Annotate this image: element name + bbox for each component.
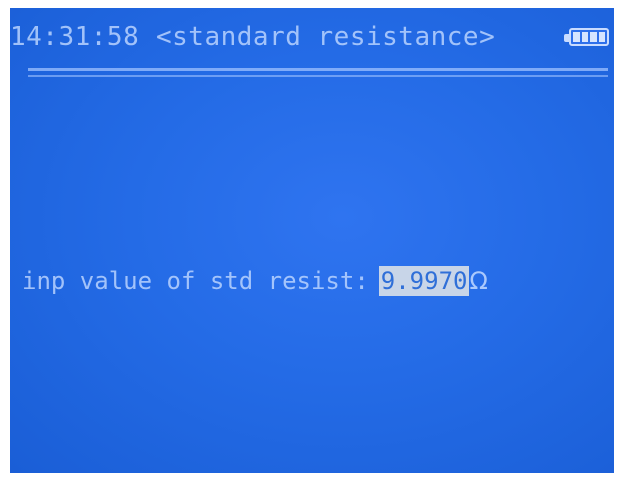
battery-body [569,28,609,46]
resistance-value-input[interactable]: 9.9970 [378,266,470,296]
battery-bar [573,32,580,42]
value-entry-row: inp value of std resist: 9.9970Ω [22,266,488,302]
lcd-screen: 14:31:58 <standard resistance> inp value… [10,8,614,473]
battery-bar [590,32,597,42]
battery-icon [564,28,612,48]
battery-bar [581,32,588,42]
header-divider [28,68,608,71]
header-divider-secondary [28,75,608,77]
battery-bar [598,32,605,42]
ohm-unit: Ω [469,267,488,295]
prompt-label: inp value of std resist: [22,267,369,295]
status-header: 14:31:58 <standard resistance> [10,8,614,68]
clock-time: 14:31:58 [10,22,140,52]
screen-title: <standard resistance> [156,22,496,52]
device-frame: 14:31:58 <standard resistance> inp value… [0,0,622,479]
